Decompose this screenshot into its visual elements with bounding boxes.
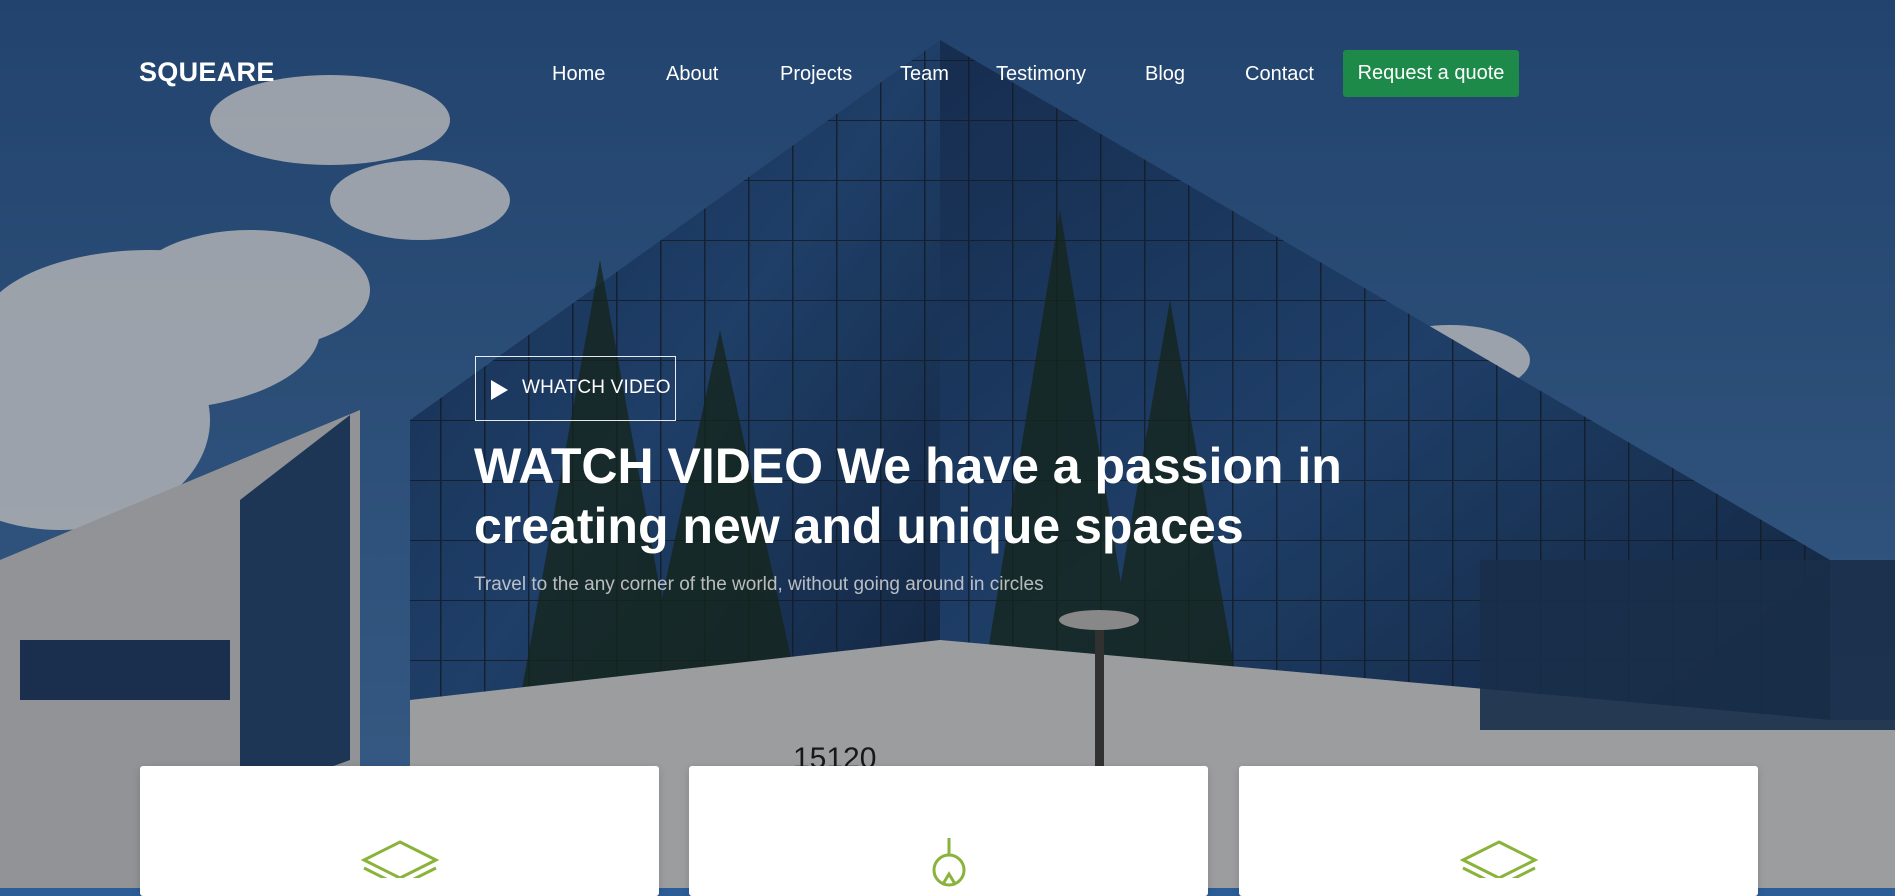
nav-projects[interactable]: Projects xyxy=(780,50,852,98)
hero-subheadline: Travel to the any corner of the world, w… xyxy=(474,574,1044,595)
request-quote-button[interactable]: Request a quote xyxy=(1343,50,1519,97)
nav-testimony[interactable]: Testimony xyxy=(996,50,1086,98)
nav-about[interactable]: About xyxy=(666,50,718,98)
nav-home[interactable]: Home xyxy=(552,50,605,98)
watch-video-label: WHATCH VIDEO xyxy=(522,377,671,398)
feature-card[interactable] xyxy=(689,766,1208,896)
hero-headline: WATCH VIDEO We have a passion in creatin… xyxy=(474,438,1342,554)
layers-icon xyxy=(360,840,439,878)
nav-team[interactable]: Team xyxy=(900,50,949,98)
feature-card[interactable] xyxy=(1239,766,1758,896)
layers-icon xyxy=(1459,840,1538,878)
feature-card[interactable] xyxy=(140,766,659,896)
nav-blog[interactable]: Blog xyxy=(1145,50,1185,98)
watch-video-button[interactable]: WHATCH VIDEO xyxy=(475,356,676,421)
play-icon xyxy=(491,380,508,400)
lightbulb-icon xyxy=(932,838,965,887)
main-nav: Home About Projects Team Testimony Blog … xyxy=(0,50,1895,98)
nav-contact[interactable]: Contact xyxy=(1245,50,1314,98)
